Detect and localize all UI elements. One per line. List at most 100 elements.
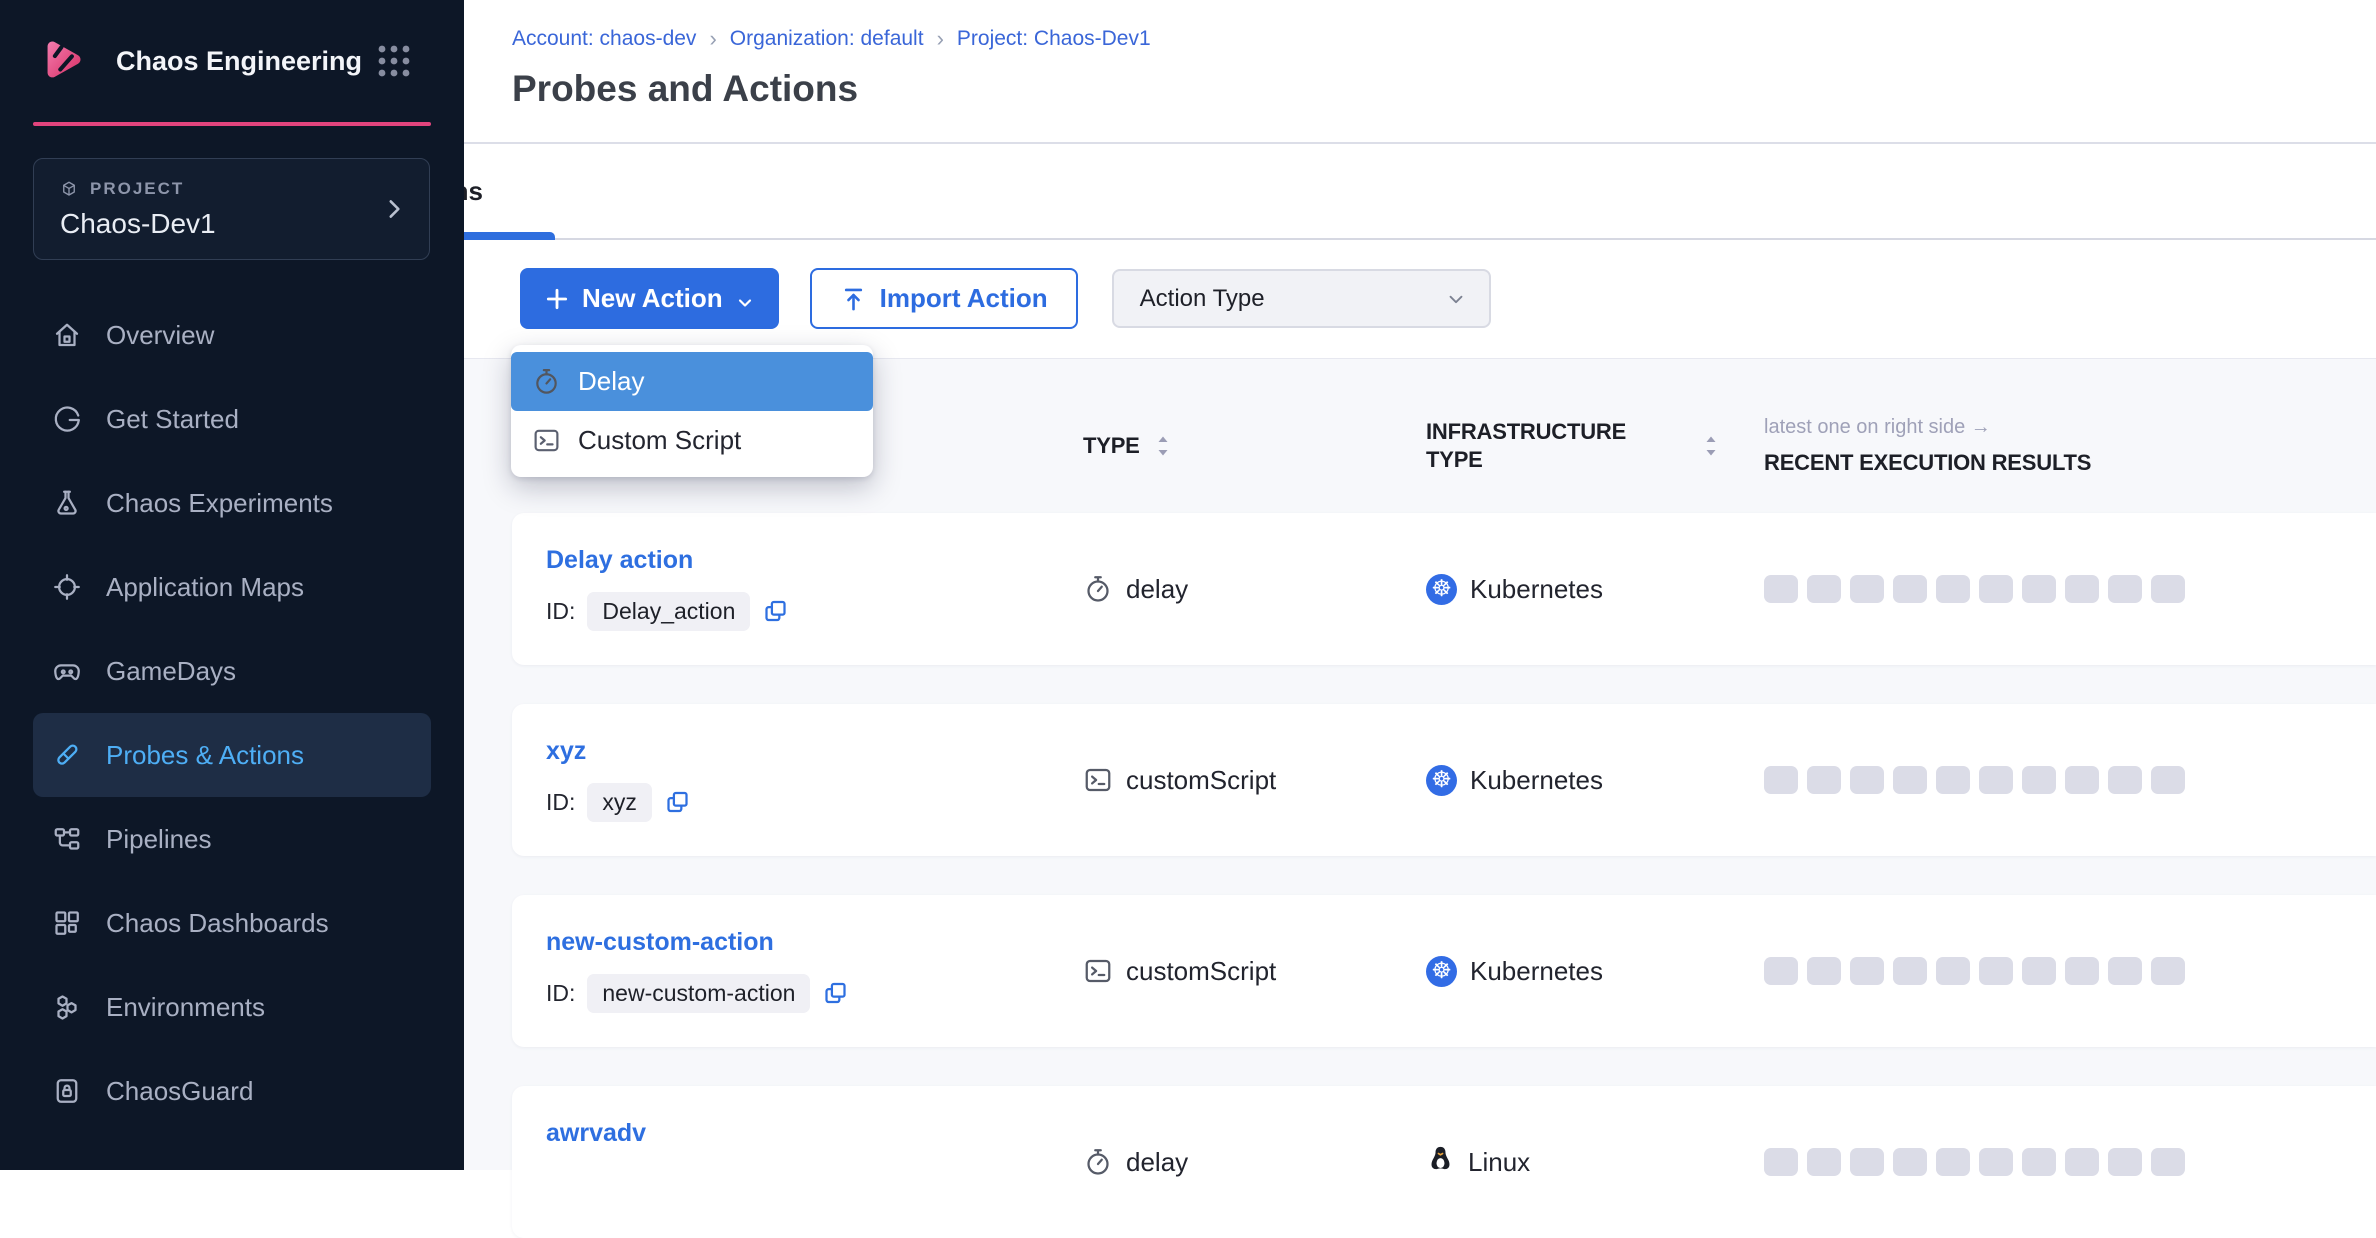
infrastructure-cell: ☸ Kubernetes <box>1426 956 1764 987</box>
sidebar-header: Chaos Engineering <box>0 0 464 122</box>
project-name: Chaos-Dev1 <box>60 208 405 240</box>
kubernetes-icon: ☸ <box>1426 765 1457 796</box>
table-row: xyz ID: xyz customScript ☸ Kubernetes <box>512 704 2376 856</box>
execution-result-placeholder <box>2108 957 2142 985</box>
table-row: new-custom-action ID: new-custom-action … <box>512 895 2376 1047</box>
sidebar-item-probes-actions[interactable]: Probes & Actions <box>33 713 431 797</box>
execution-result-placeholder <box>1936 575 1970 603</box>
execution-result-placeholder <box>1979 575 2013 603</box>
import-icon <box>840 286 866 312</box>
execution-result-placeholder <box>1979 957 2013 985</box>
infrastructure-cell: ☸ Kubernetes <box>1426 765 1764 796</box>
sidebar: Chaos Engineering PROJECT Chaos-Dev1 <box>0 0 464 1170</box>
results-hint: latest one on right side → <box>1764 416 2376 439</box>
execution-result-placeholder <box>1807 1148 1841 1176</box>
app-switcher-icon[interactable] <box>374 41 414 81</box>
sidebar-item-chaos-experiments[interactable]: Chaos Experiments <box>33 461 431 545</box>
menu-item-custom-script[interactable]: Custom Script <box>511 411 873 470</box>
new-action-dropdown-menu: Delay Custom Script <box>511 345 873 477</box>
execution-result-placeholder <box>1893 1148 1927 1176</box>
copy-icon[interactable] <box>822 980 849 1007</box>
action-id-value: Delay_action <box>587 592 750 631</box>
kubernetes-icon: ☸ <box>1426 574 1457 605</box>
table-row: Delay action ID: Delay_action delay ☸ Ku… <box>512 513 2376 665</box>
execution-result-placeholder <box>2151 766 2185 794</box>
action-type-select[interactable]: Action Type <box>1112 269 1491 328</box>
copy-icon[interactable] <box>664 789 691 816</box>
action-name-link[interactable]: awrvadv <box>546 1119 646 1148</box>
breadcrumb-separator-icon: › <box>709 26 716 52</box>
type-cell: customScript <box>1083 765 1426 796</box>
breadcrumb-project-link[interactable]: Project: Chaos-Dev1 <box>957 27 1151 51</box>
get-started-icon <box>52 404 82 434</box>
stopwatch-icon <box>1083 1147 1113 1177</box>
home-icon <box>52 320 82 350</box>
execution-result-placeholder <box>2108 766 2142 794</box>
new-action-button[interactable]: New Action <box>520 268 779 329</box>
sort-icon[interactable] <box>1154 433 1172 459</box>
sort-icon[interactable] <box>1702 433 1720 459</box>
copy-icon[interactable] <box>762 598 789 625</box>
breadcrumb: Account: chaos-dev › Organization: defau… <box>512 26 2376 52</box>
execution-result-placeholder <box>1807 766 1841 794</box>
sidebar-item-application-maps[interactable]: Application Maps <box>33 545 431 629</box>
sidebar-nav: Overview Get Started Chaos Experiments A… <box>0 293 464 1133</box>
page-header: Account: chaos-dev › Organization: defau… <box>464 0 2376 144</box>
table-header-infrastructure: INFRASTRUCTURE TYPE <box>1426 418 1764 474</box>
execution-result-placeholder <box>2022 957 2056 985</box>
execution-result-placeholder <box>1764 957 1798 985</box>
sidebar-item-get-started[interactable]: Get Started <box>33 377 431 461</box>
project-selector[interactable]: PROJECT Chaos-Dev1 <box>33 158 430 260</box>
sidebar-item-gamedays[interactable]: GameDays <box>33 629 431 713</box>
breadcrumb-organization-link[interactable]: Organization: default <box>730 27 924 51</box>
execution-result-placeholder <box>2108 575 2142 603</box>
execution-result-placeholder <box>2108 1148 2142 1176</box>
type-cell: customScript <box>1083 956 1426 987</box>
execution-result-placeholder <box>1807 575 1841 603</box>
breadcrumb-account-link[interactable]: Account: chaos-dev <box>512 27 696 51</box>
sidebar-item-overview[interactable]: Overview <box>33 293 431 377</box>
action-name-link[interactable]: Delay action <box>546 546 693 575</box>
action-id-value: new-custom-action <box>587 974 810 1013</box>
execution-result-placeholder <box>1764 575 1798 603</box>
actions-table: TYPE INFRASTRUCTURE TYPE latest one on r… <box>464 358 2376 1170</box>
infrastructure-cell: ☸ Kubernetes <box>1426 574 1764 605</box>
stopwatch-icon <box>532 367 561 396</box>
menu-item-delay[interactable]: Delay <box>511 352 873 411</box>
sidebar-item-pipelines[interactable]: Pipelines <box>33 797 431 881</box>
sidebar-item-environments[interactable]: Environments <box>33 965 431 1049</box>
execution-result-placeholder <box>2065 957 2099 985</box>
import-action-button[interactable]: Import Action <box>810 268 1078 329</box>
action-name-link[interactable]: xyz <box>546 737 586 766</box>
main-content: Account: chaos-dev › Organization: defau… <box>464 0 2376 1170</box>
kubernetes-icon: ☸ <box>1426 956 1457 987</box>
action-name-link[interactable]: new-custom-action <box>546 928 774 957</box>
table-header-type: TYPE <box>1083 432 1426 460</box>
execution-result-placeholder <box>2065 575 2099 603</box>
sidebar-item-chaos-dashboards[interactable]: Chaos Dashboards <box>33 881 431 965</box>
test-tube-icon <box>52 740 82 770</box>
type-cell: delay <box>1083 574 1426 605</box>
recent-execution-results <box>1764 575 2376 603</box>
execution-result-placeholder <box>1807 957 1841 985</box>
execution-result-placeholder <box>1893 766 1927 794</box>
execution-result-placeholder <box>1893 575 1927 603</box>
brand-divider <box>33 122 431 126</box>
execution-result-placeholder <box>1850 957 1884 985</box>
table-row: awrvadv ID: delay Linux <box>512 1086 2376 1238</box>
lock-icon <box>52 1076 82 1106</box>
type-cell: delay <box>1083 1147 1426 1178</box>
id-label: ID: <box>546 598 575 625</box>
id-label: ID: <box>546 980 575 1007</box>
recent-execution-results <box>1764 766 2376 794</box>
execution-result-placeholder <box>1764 1148 1798 1176</box>
terminal-icon <box>1083 956 1113 986</box>
execution-result-placeholder <box>1850 575 1884 603</box>
sidebar-item-chaosguard[interactable]: ChaosGuard <box>33 1049 431 1133</box>
execution-result-placeholder <box>2151 957 2185 985</box>
plus-icon <box>544 286 570 312</box>
cube-icon <box>60 180 78 198</box>
target-icon <box>52 572 82 602</box>
flask-icon <box>52 488 82 518</box>
execution-result-placeholder <box>2022 766 2056 794</box>
